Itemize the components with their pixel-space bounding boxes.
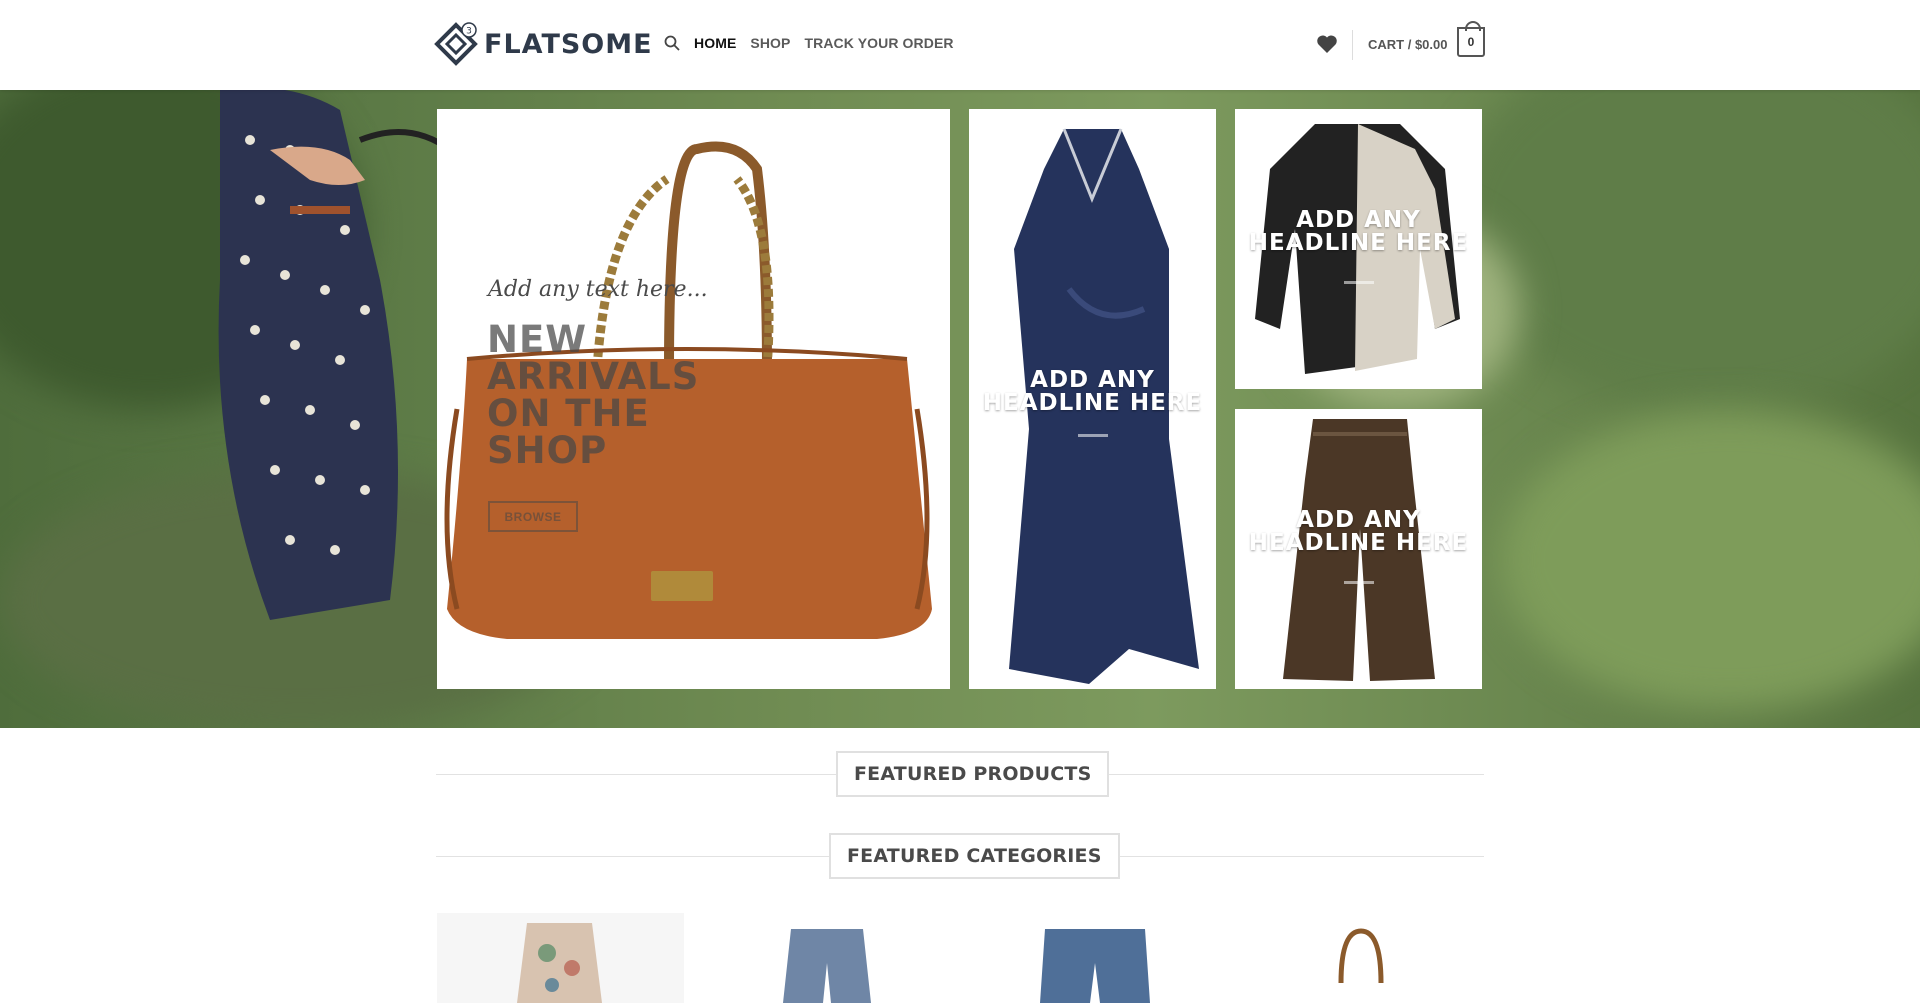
category-card[interactable] <box>970 913 1217 1003</box>
category-card[interactable] <box>437 913 684 1003</box>
featured-categories-section: FEATURED CATEGORIES <box>436 833 1484 879</box>
hero-banner: Add any text here... NEW ARRIVALS ON THE… <box>0 90 1920 728</box>
hero-tile-pants[interactable]: ADD ANY HEADLINE HERE <box>1235 409 1482 689</box>
category-card[interactable] <box>703 913 950 1003</box>
logo-text: FLATSOME <box>484 28 653 60</box>
heart-icon[interactable] <box>1316 34 1338 54</box>
tile-divider <box>1343 281 1374 284</box>
site-logo[interactable]: 3 FLATSOME <box>434 22 653 66</box>
site-header: 3 FLATSOME HOME SHOP TRACK YOUR ORDER CA… <box>0 0 1920 90</box>
hero-tile-cardigan[interactable]: ADD ANY HEADLINE HERE <box>1235 109 1482 389</box>
category-grid <box>437 913 1483 1003</box>
logo-mark-icon: 3 <box>434 22 478 66</box>
cart-bag-icon[interactable]: 0 <box>1457 21 1485 57</box>
category-image-shorts <box>783 929 871 1003</box>
hero-headline: NEW ARRIVALS ON THE SHOP <box>487 318 700 472</box>
logo-badge: 3 <box>466 27 472 37</box>
featured-categories-title: FEATURED CATEGORIES <box>829 833 1120 879</box>
nav-home[interactable]: HOME <box>694 35 736 51</box>
hero-small-text: Add any text here... <box>488 277 708 302</box>
cart-link[interactable]: CART / $0.00 <box>1368 37 1447 52</box>
category-card[interactable] <box>1236 913 1483 1003</box>
main-nav: HOME SHOP TRACK YOUR ORDER <box>664 34 968 52</box>
category-image-bag <box>1338 928 1384 984</box>
header-divider <box>1352 30 1353 60</box>
tile-headline: ADD ANY HEADLINE HERE <box>1248 507 1469 556</box>
hero-main-panel[interactable]: Add any text here... NEW ARRIVALS ON THE… <box>437 109 950 689</box>
hero-tile-dress[interactable]: ADD ANY HEADLINE HERE <box>969 109 1216 689</box>
browse-button[interactable]: BROWSE <box>488 501 578 532</box>
hero-model-image <box>218 90 452 620</box>
nav-shop[interactable]: SHOP <box>750 35 790 51</box>
category-image-jeans <box>1040 929 1150 1003</box>
featured-products-section: FEATURED PRODUCTS <box>436 751 1484 797</box>
tile-headline: ADD ANY HEADLINE HERE <box>1248 207 1469 256</box>
tile-divider <box>1077 434 1108 437</box>
cart-count: 0 <box>1467 35 1475 49</box>
search-icon[interactable] <box>664 34 682 52</box>
tile-divider <box>1343 581 1374 584</box>
nav-track-order[interactable]: TRACK YOUR ORDER <box>804 35 953 51</box>
featured-products-title: FEATURED PRODUCTS <box>836 751 1110 797</box>
category-image-blouse <box>517 923 602 1003</box>
tile-headline: ADD ANY HEADLINE HERE <box>982 367 1203 416</box>
